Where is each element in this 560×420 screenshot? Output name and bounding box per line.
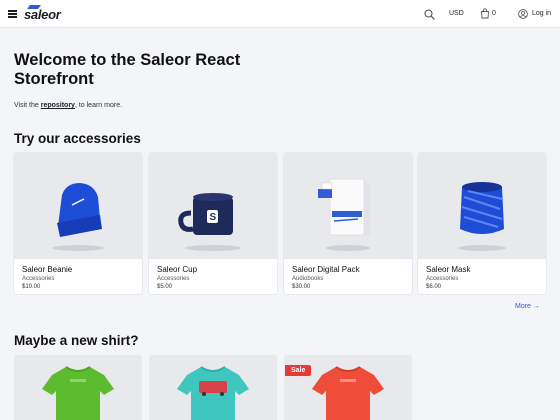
product-card-mask[interactable]: Saleor Mask Accessories $6.00	[418, 153, 546, 294]
svg-text:S: S	[210, 212, 217, 223]
product-price: $5.00	[157, 284, 173, 290]
currency-selector[interactable]: USD	[449, 10, 464, 17]
mask-image	[458, 182, 506, 251]
brand-logo[interactable]: saleor	[24, 7, 61, 22]
user-icon[interactable]	[518, 9, 528, 19]
sale-badge: Sale	[285, 365, 312, 376]
product-name: Saleor Digital Pack	[292, 265, 360, 274]
shirt-image	[177, 366, 249, 420]
cart-count: 0	[492, 10, 496, 17]
shirt-image	[42, 366, 114, 420]
hero-subtitle: Visit the repository, to learn more.	[14, 102, 122, 109]
product-price: $6.00	[426, 284, 442, 290]
product-card-digital-pack[interactable]: Saleor Digital Pack Audiobooks $30.00	[284, 153, 412, 294]
digital-pack-image	[318, 178, 370, 251]
product-category: Accessories	[157, 276, 190, 282]
product-category: Accessories	[426, 276, 459, 282]
more-link[interactable]: More →	[515, 303, 540, 310]
product-image	[14, 153, 142, 259]
cup-image: S	[178, 193, 241, 251]
product-name: Saleor Cup	[157, 265, 198, 274]
hero-subtitle-text: Visit the	[14, 102, 41, 109]
search-icon[interactable]	[424, 9, 435, 20]
product-card-cup[interactable]: S Saleor Cup Accessories $5.00	[149, 153, 277, 294]
product-category: Audiobooks	[292, 276, 324, 282]
product-card-shirt-green[interactable]	[14, 355, 142, 420]
product-card-shirt-red[interactable]: Sale	[284, 355, 412, 420]
hero-title: Welcome to the Saleor React Storefront	[14, 51, 241, 88]
hero-subtitle-text-end: , to learn more.	[74, 102, 123, 109]
product-image: S	[149, 153, 277, 259]
product-name: Saleor Mask	[426, 265, 471, 274]
product-price: $10.00	[22, 284, 41, 290]
menu-icon[interactable]	[8, 10, 17, 18]
product-image	[418, 153, 546, 259]
product-image	[284, 153, 412, 259]
top-navbar: saleor USD 0 Log in	[0, 0, 560, 28]
beanie-image	[52, 183, 104, 251]
product-category: Accessories	[22, 276, 55, 282]
shopping-bag-icon[interactable]	[480, 8, 490, 19]
product-price: $30.00	[292, 284, 311, 290]
repository-link[interactable]: repository	[41, 102, 75, 109]
product-card-beanie[interactable]: Saleor Beanie Accessories $10.00	[14, 153, 142, 294]
shirts-title: Maybe a new shirt?	[14, 333, 139, 348]
login-link[interactable]: Log in	[532, 10, 551, 17]
accessories-title: Try our accessories	[14, 131, 141, 146]
product-card-shirt-teal[interactable]	[149, 355, 277, 420]
product-name: Saleor Beanie	[22, 265, 73, 274]
